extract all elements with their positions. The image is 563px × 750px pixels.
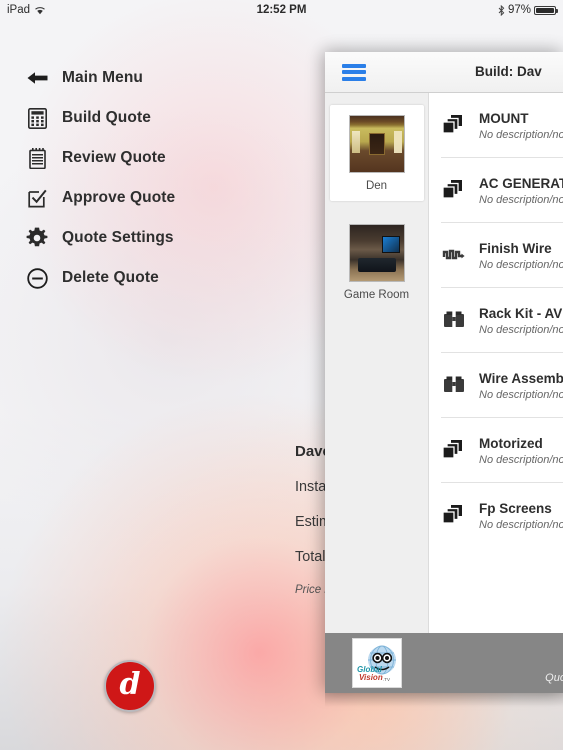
wifi-icon [34,5,46,15]
panel-header: Build: Dav [325,52,563,93]
status-bar: iPad 12:52 PM 97% [0,0,563,20]
list-item-text: Wire Assembly - S No description/notes. [479,370,563,401]
panel-bottom-shadow [325,693,563,707]
bluetooth-icon [498,4,505,16]
list-item[interactable]: AC GENERATOR No description/notes. [429,158,563,222]
calculator-icon [26,107,48,129]
list-item[interactable]: Rack Kit - AV No description/notes. [429,288,563,352]
svg-text:Vision: Vision [359,673,383,682]
hamburger-menu-icon[interactable] [342,63,366,81]
room-label: Den [365,180,388,192]
panel-body: Den Game Room MOUNT No description/n AC … [325,93,563,633]
crate-box-icon [441,372,467,398]
list-item-name: Fp Screens [479,500,552,516]
wire-wave-icon [441,242,467,268]
list-item-description: No description/notes. [479,518,563,531]
menu-item-delete-quote[interactable]: Delete Quote [0,262,300,294]
list-item-description: No description/notes. [479,388,563,401]
battery-icon [534,5,558,15]
list-item-text: AC GENERATOR No description/notes. [479,175,563,206]
battery-percent-label: 97% [507,4,531,16]
menu-label: Delete Quote [62,269,159,286]
global-vision-logo: Global Vision .TV [352,638,402,688]
items-column: MOUNT No description/notes. AC GENERATOR… [429,93,563,633]
checkbox-check-icon [26,187,48,209]
list-item-description: No description/notes. [479,128,563,141]
menu-item-build-quote[interactable]: Build Quote [0,102,300,134]
status-bar-left: iPad [7,4,46,16]
device-label: iPad [7,4,31,16]
list-item-text: Finish Wire No description/notes. [479,240,563,271]
menu-label: Review Quote [62,149,166,166]
build-quote-panel: Build: Dav Den Game Room MOUNT No descri… [325,52,563,693]
minus-circle-icon [26,267,48,289]
list-item-text: MOUNT No description/notes. [479,110,563,141]
notepad-icon [26,147,48,169]
menu-item-main-menu[interactable]: Main Menu [0,62,300,94]
stacked-squares-icon [441,502,467,528]
menu-label: Quote Settings [62,229,174,246]
list-item[interactable]: Fp Screens No description/notes. [429,483,563,547]
app-brand-logo: d [104,660,156,712]
list-item-description: No description/notes. [479,323,563,336]
gear-icon [26,227,48,249]
list-item[interactable]: MOUNT No description/notes. [429,93,563,157]
list-item-description: No description/notes. [479,193,563,206]
list-item-name: Rack Kit - AV [479,305,563,321]
status-bar-clock: 12:52 PM [256,4,307,16]
list-item-text: Fp Screens No description/notes. [479,500,563,531]
stacked-squares-icon [441,177,467,203]
crate-box-icon [441,307,467,333]
menu-label: Approve Quote [62,189,176,206]
list-item[interactable]: Finish Wire No description/notes. [429,223,563,287]
list-item-name: Motorized [479,435,543,451]
list-item-name: MOUNT [479,110,529,126]
rooms-column: Den Game Room [325,93,429,633]
list-item-description: No description/notes. [479,453,563,466]
footer-text: Quot [545,672,563,684]
list-item-name: Finish Wire [479,240,552,256]
room-card-den[interactable]: Den [329,105,424,201]
room-label: Game Room [343,289,410,301]
room-card-game-room[interactable]: Game Room [330,217,424,307]
side-menu: Main Menu Build Quote Review Quote Appro… [0,62,300,294]
back-arrow-icon [26,67,48,89]
menu-item-approve-quote[interactable]: Approve Quote [0,182,300,214]
list-item-description: No description/notes. [479,258,563,271]
stacked-squares-icon [441,112,467,138]
list-item-name: Wire Assembly - S [479,370,563,386]
menu-label: Main Menu [62,69,143,86]
stacked-squares-icon [441,437,467,463]
svg-text:.TV: .TV [383,677,390,682]
list-item-name: AC GENERATOR [479,175,563,191]
menu-item-quote-settings[interactable]: Quote Settings [0,222,300,254]
list-item-text: Rack Kit - AV No description/notes. [479,305,563,336]
panel-title: Build: Dav [475,64,542,79]
list-item-text: Motorized No description/notes. [479,435,563,466]
room-thumbnail [348,115,405,173]
list-item[interactable]: Wire Assembly - S No description/notes. [429,353,563,417]
menu-item-review-quote[interactable]: Review Quote [0,142,300,174]
menu-label: Build Quote [62,109,151,126]
list-item[interactable]: Motorized No description/notes. [429,418,563,482]
panel-footer: Global Vision .TV Quot [325,633,563,693]
status-bar-right: 97% [498,4,558,16]
room-thumbnail [348,224,405,282]
brand-logo-letter: d [119,667,141,702]
